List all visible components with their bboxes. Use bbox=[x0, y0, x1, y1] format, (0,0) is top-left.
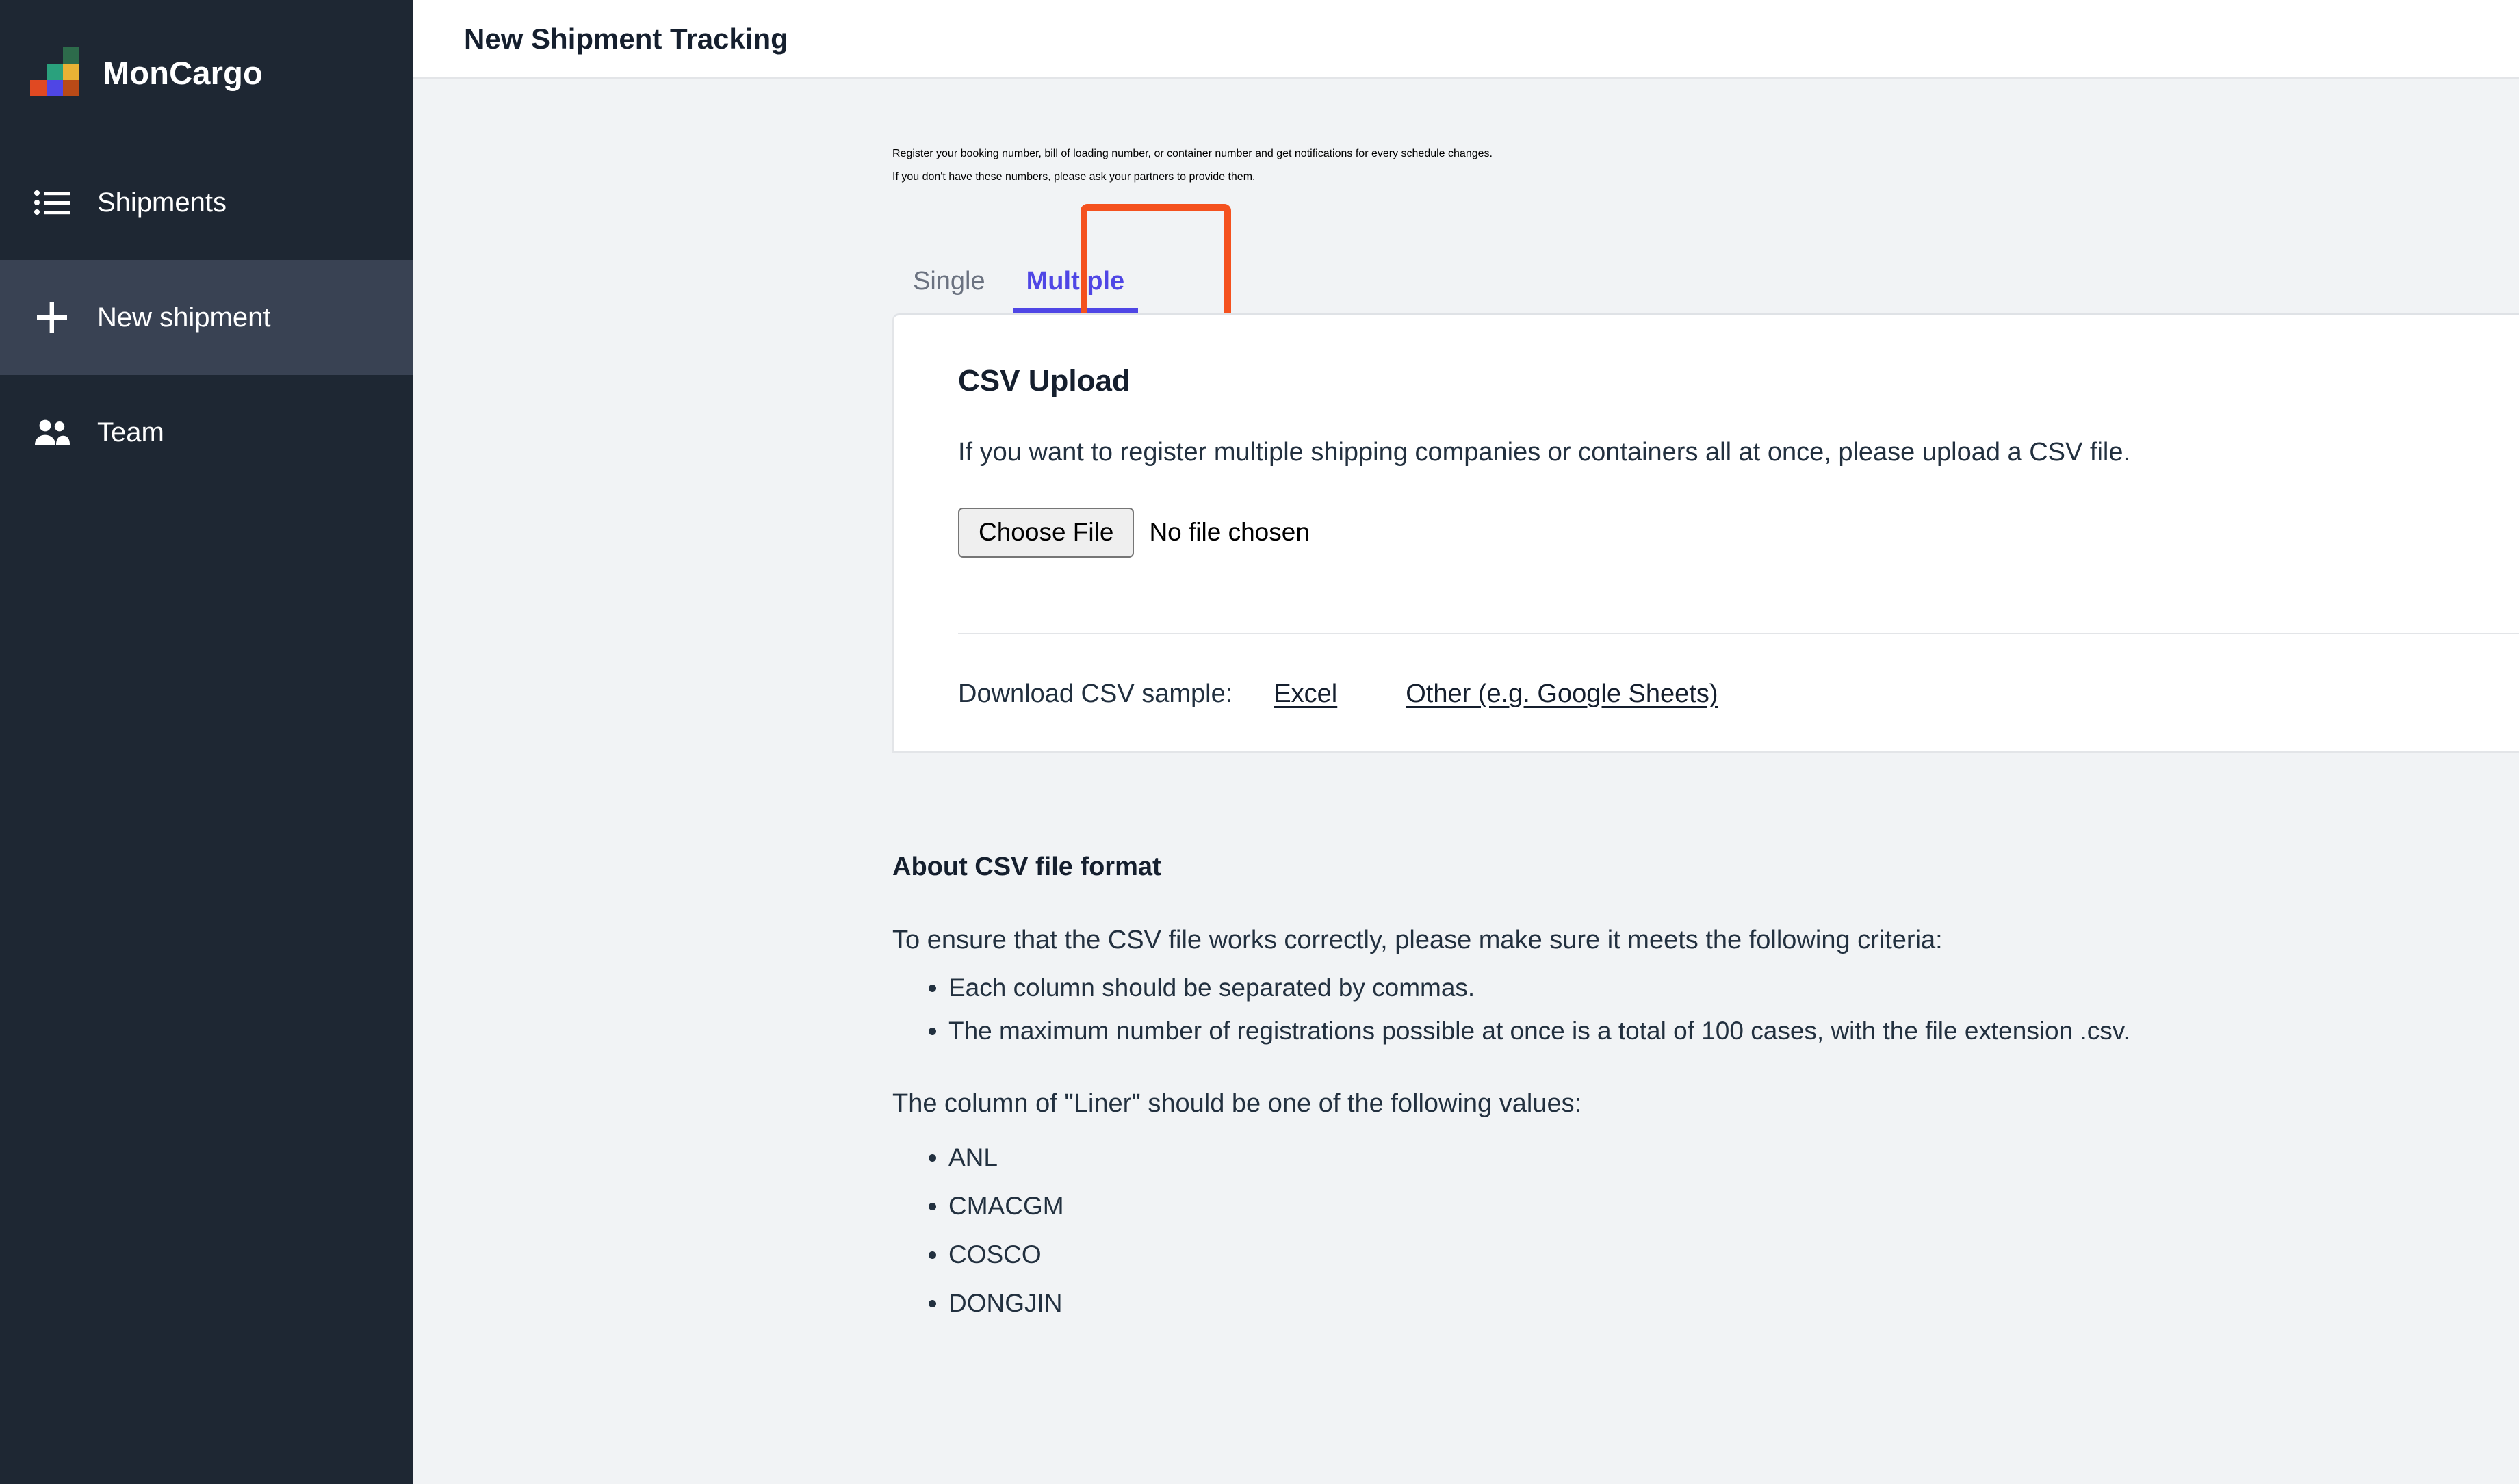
about-title: About CSV file format bbox=[892, 852, 1161, 882]
sidebar-item-team-label: Team bbox=[97, 417, 164, 447]
people-icon bbox=[33, 413, 71, 452]
csv-upload-card: CSV Upload If you want to register multi… bbox=[892, 313, 2519, 753]
tab-multiple[interactable]: Multiple bbox=[1006, 268, 1146, 313]
download-other-link[interactable]: Other (e.g. Google Sheets) bbox=[1406, 679, 1718, 709]
download-sample-row: Download CSV sample: Excel Other (e.g. G… bbox=[958, 679, 2519, 709]
moncargo-blocks-logo-icon bbox=[30, 47, 79, 96]
choose-file-button[interactable]: Choose File bbox=[958, 508, 1135, 558]
csv-upload-description: If you want to register multiple shippin… bbox=[958, 438, 2131, 467]
top-bar: New Shipment Tracking bbox=[413, 0, 2519, 79]
sidebar-item-team[interactable]: Team bbox=[0, 375, 413, 490]
brand-name: MonCargo bbox=[103, 54, 263, 91]
app-root: MonCargo Shipments New shipment Team New… bbox=[0, 0, 2519, 1484]
sidebar-item-new-shipment[interactable]: New shipment bbox=[0, 260, 413, 375]
intro-block: Register your booking number, bill of lo… bbox=[413, 79, 2519, 183]
content-scroll-area: Register your booking number, bill of lo… bbox=[413, 79, 2519, 1484]
list-icon bbox=[33, 183, 71, 222]
list-item: Each column should be separated by comma… bbox=[948, 975, 2437, 1000]
list-item: DONGJIN bbox=[948, 1290, 2437, 1316]
page-title: New Shipment Tracking bbox=[464, 22, 788, 55]
sidebar-item-new-shipment-label: New shipment bbox=[97, 302, 271, 333]
about-intro: To ensure that the CSV file works correc… bbox=[892, 926, 1943, 955]
list-item: The maximum number of registrations poss… bbox=[948, 1018, 2437, 1043]
plus-icon bbox=[33, 298, 71, 337]
brand[interactable]: MonCargo bbox=[0, 0, 413, 145]
download-excel-link[interactable]: Excel bbox=[1274, 679, 1337, 709]
file-input-row: Choose File No file chosen bbox=[958, 508, 2519, 558]
about-criteria-list: Each column should be separated by comma… bbox=[892, 975, 2437, 1043]
card-divider bbox=[958, 633, 2519, 635]
download-sample-label: Download CSV sample: bbox=[958, 679, 1233, 709]
list-item: CMACGM bbox=[948, 1193, 2437, 1219]
tab-bar: Single Multiple bbox=[413, 204, 2519, 334]
sidebar-item-shipments-label: Shipments bbox=[97, 187, 227, 218]
about-liner-list: ANL CMACGM COSCO DONGJIN bbox=[892, 1145, 2437, 1316]
tab-single[interactable]: Single bbox=[892, 268, 1006, 313]
intro-line-2: If you don't have these numbers, please … bbox=[892, 171, 1256, 183]
list-item: ANL bbox=[948, 1145, 2437, 1170]
main-area: New Shipment Tracking Register your book… bbox=[413, 0, 2519, 1484]
file-status-label: No file chosen bbox=[1149, 518, 1310, 547]
about-csv-format-section: About CSV file format To ensure that the… bbox=[892, 854, 2519, 1316]
sidebar-item-shipments[interactable]: Shipments bbox=[0, 145, 413, 260]
about-liner-intro: The column of "Liner" should be one of t… bbox=[892, 1089, 1582, 1119]
sidebar: MonCargo Shipments New shipment Team bbox=[0, 0, 413, 1484]
intro-line-1: Register your booking number, bill of lo… bbox=[892, 148, 1493, 159]
csv-upload-title: CSV Upload bbox=[958, 364, 1131, 398]
list-item: COSCO bbox=[948, 1242, 2437, 1267]
